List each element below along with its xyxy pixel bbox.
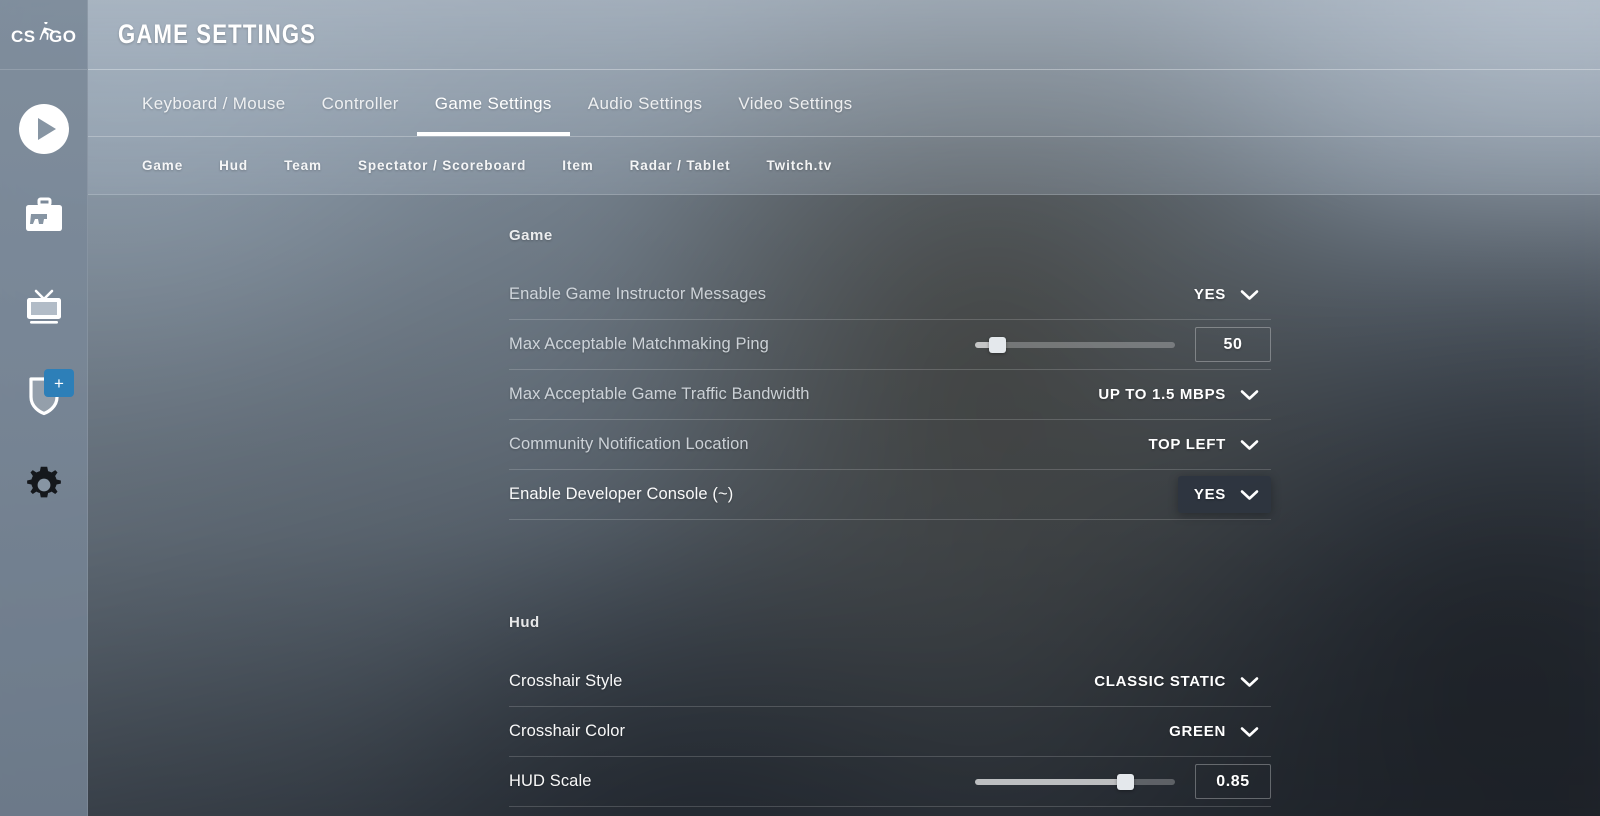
settings-row: Community Notification Location TOP LEFT (509, 420, 1271, 470)
tab-video-settings[interactable]: Video Settings (720, 94, 870, 136)
setting-dropdown[interactable]: GREEN (1153, 713, 1271, 750)
svg-text:CS: CS (11, 27, 36, 46)
setting-label: Enable Developer Console (~) (509, 485, 734, 503)
slider-group: 50 (975, 327, 1271, 362)
settings-row: Enable Game Instructor Messages YES (509, 270, 1271, 320)
rail-item-inventory[interactable] (0, 173, 87, 262)
profile-add-badge[interactable]: + (44, 369, 74, 397)
subtab-radar-tablet[interactable]: Radar / Tablet (612, 158, 749, 173)
subtab-item[interactable]: Item (544, 158, 611, 173)
tab-audio-settings[interactable]: Audio Settings (570, 94, 721, 136)
setting-control: TOP LEFT (1132, 426, 1271, 463)
setting-label: HUD Scale (509, 772, 592, 790)
watch-tv-icon (26, 289, 61, 324)
dropdown-value: TOP LEFT (1148, 436, 1226, 453)
setting-value-input[interactable]: 0.85 (1195, 764, 1271, 799)
setting-dropdown[interactable]: UP TO 1.5 MBPS (1082, 376, 1271, 413)
setting-slider[interactable] (975, 773, 1175, 790)
page-title: GAME SETTINGS (118, 19, 317, 49)
settings-row: Crosshair Color GREEN (509, 707, 1271, 757)
header-bar: GAME SETTINGS (88, 0, 1600, 70)
setting-dropdown[interactable]: YES (1177, 476, 1271, 513)
settings-row: Max Acceptable Game Traffic Bandwidth UP … (509, 370, 1271, 420)
setting-label: Community Notification Location (509, 435, 749, 453)
setting-dropdown[interactable]: TOP LEFT (1132, 426, 1271, 463)
dropdown-value: YES (1193, 286, 1226, 303)
tab-keyboard-mouse[interactable]: Keyboard / Mouse (124, 94, 304, 136)
play-icon (18, 103, 69, 154)
primary-tab-bar: Keyboard / Mouse Controller Game Settings A… (88, 70, 1600, 137)
svg-text:GO: GO (49, 27, 76, 46)
csgo-logo[interactable]: CS GO (0, 0, 87, 70)
section-title: Hud (509, 614, 540, 631)
plus-icon: + (54, 373, 64, 393)
settings-row: Enable Developer Console (~) YES (509, 470, 1271, 520)
csgo-logo-icon: CS GO (11, 21, 76, 46)
rail-item-play[interactable] (0, 84, 87, 173)
setting-label: Enable Game Instructor Messages (509, 285, 767, 303)
setting-control: GREEN (1153, 713, 1271, 750)
rail-item-watch[interactable] (0, 262, 87, 351)
chevron-down-icon (1240, 389, 1259, 400)
dropdown-value: UP TO 1.5 MBPS (1098, 386, 1226, 403)
chevron-down-icon (1240, 726, 1259, 737)
setting-slider[interactable] (975, 336, 1175, 353)
subtab-spectator-scoreboard[interactable]: Spectator / Scoreboard (340, 158, 544, 173)
chevron-down-icon (1240, 676, 1259, 687)
subtab-hud[interactable]: Hud (201, 158, 266, 173)
setting-label: Max Acceptable Game Traffic Bandwidth (509, 385, 810, 403)
csgo-settings-screen: CS GO + GAME SETTINGS Keyboard / Mouse C… (0, 0, 1600, 816)
setting-control: 0.85 (975, 764, 1271, 799)
chevron-down-icon (1240, 439, 1259, 450)
settings-row: Crosshair Style CLASSIC STATIC (509, 657, 1271, 707)
setting-label: Crosshair Style (509, 672, 623, 690)
subtab-game[interactable]: Game (124, 158, 201, 173)
setting-dropdown[interactable]: YES (1178, 276, 1271, 313)
settings-row: HUD Scale 0.85 (509, 757, 1271, 807)
setting-label: Crosshair Color (509, 722, 626, 740)
setting-control: YES (1177, 476, 1271, 513)
dropdown-value: GREEN (1169, 723, 1226, 740)
slider-fill (975, 778, 1125, 785)
rail-item-profile[interactable]: + (0, 351, 87, 440)
settings-row-list: Enable Game Instructor Messages YES Max Ac… (509, 270, 1271, 520)
tab-controller[interactable]: Controller (304, 94, 417, 136)
settings-row-list: Crosshair Style CLASSIC STATIC Crosshair C… (509, 657, 1271, 807)
slider-knob[interactable] (1117, 773, 1134, 790)
slider-knob[interactable] (989, 336, 1006, 353)
section-title: Game (509, 227, 553, 244)
subtab-twitch-tv[interactable]: Twitch.tv (749, 158, 851, 173)
chevron-down-icon (1240, 489, 1259, 500)
setting-control: UP TO 1.5 MBPS (1082, 376, 1271, 413)
setting-control: 50 (975, 327, 1271, 362)
gear-icon (26, 466, 61, 497)
settings-row: Max Acceptable Matchmaking Ping 50 (509, 320, 1271, 370)
setting-control: YES (1178, 276, 1271, 313)
chevron-down-icon (1240, 289, 1259, 300)
setting-dropdown[interactable]: CLASSIC STATIC (1078, 663, 1271, 700)
setting-value-input[interactable]: 50 (1195, 327, 1271, 362)
rail-item-settings[interactable] (0, 440, 87, 529)
settings-scroll-area[interactable]: Game Enable Game Instructor Messages YES Ma… (88, 195, 1600, 816)
settings-panel: Game Enable Game Instructor Messages YES Ma… (509, 195, 1271, 807)
sub-tab-bar: Game Hud Team Spectator / Scoreboard Item Rad… (88, 137, 1600, 195)
subtab-team[interactable]: Team (266, 158, 340, 173)
slider-group: 0.85 (975, 764, 1271, 799)
dropdown-value: CLASSIC STATIC (1094, 673, 1226, 690)
dropdown-value: YES (1193, 486, 1226, 503)
setting-control: CLASSIC STATIC (1078, 663, 1271, 700)
tab-game-settings[interactable]: Game Settings (416, 94, 570, 136)
setting-label: Max Acceptable Matchmaking Ping (509, 335, 769, 353)
rail-icon-list: + (0, 70, 87, 529)
left-rail: CS GO + (0, 0, 88, 816)
inventory-icon (25, 197, 62, 231)
